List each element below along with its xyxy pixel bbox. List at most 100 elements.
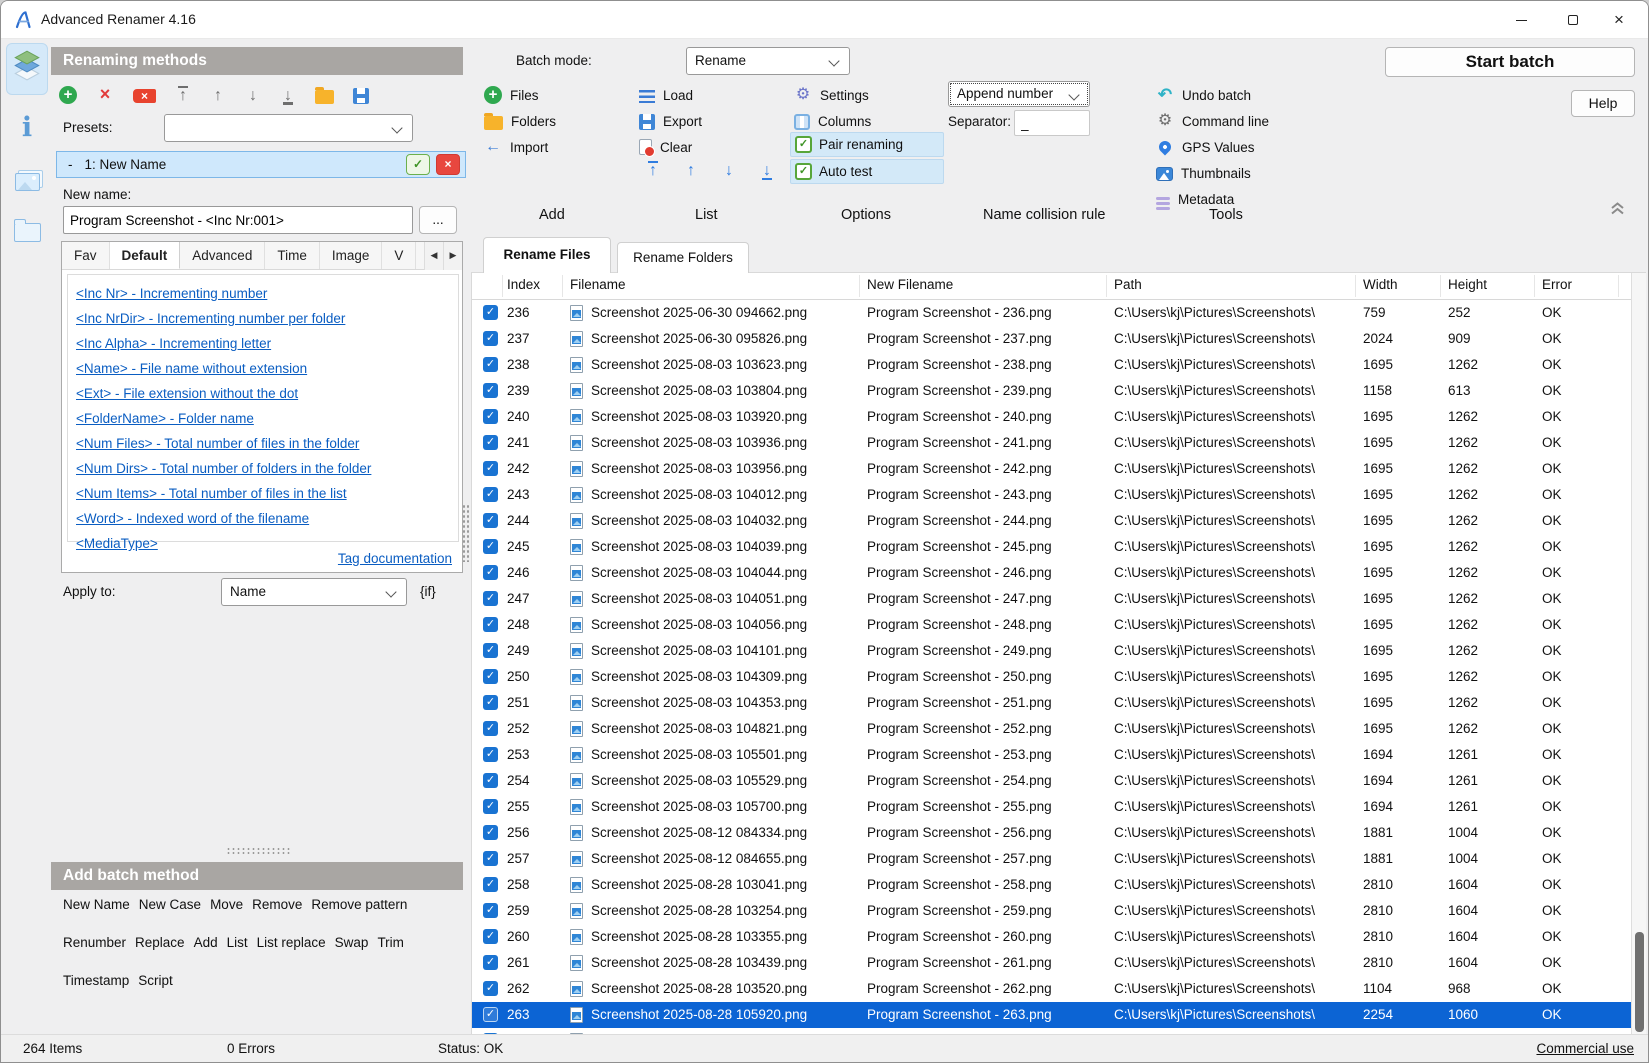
columns-button[interactable]: Columns (794, 108, 871, 134)
table-row[interactable]: 242 Screenshot 2025-08-03 103956.png Pro… (472, 456, 1631, 482)
table-row[interactable]: 252 Screenshot 2025-08-03 104821.png Pro… (472, 716, 1631, 742)
import-button[interactable]: Import (484, 134, 556, 160)
table-row[interactable]: 246 Screenshot 2025-08-03 104044.png Pro… (472, 560, 1631, 586)
batch-method-link[interactable]: Trim (377, 935, 404, 950)
add-method-button[interactable] (59, 86, 77, 104)
column-header-new-filename[interactable]: New Filename (867, 277, 953, 292)
tag-link[interactable]: <Inc Alpha> - Incrementing letter (76, 331, 458, 356)
pair-renaming-toggle[interactable]: Pair renaming (790, 132, 944, 157)
table-row[interactable]: 255 Screenshot 2025-08-03 105700.png Pro… (472, 794, 1631, 820)
table-row[interactable]: 236 Screenshot 2025-06-30 094662.png Pro… (472, 300, 1631, 326)
method-enabled-checkbox[interactable]: ✓ (406, 154, 430, 175)
batch-mode-select[interactable]: Rename (686, 47, 850, 75)
column-header-index[interactable]: Index (507, 277, 540, 292)
batch-method-link[interactable]: Remove (252, 897, 302, 912)
clear-methods-button[interactable] (133, 89, 156, 103)
row-checkbox[interactable] (483, 669, 498, 684)
row-checkbox[interactable] (483, 487, 498, 502)
row-checkbox[interactable] (483, 877, 498, 892)
collapse-toolbar-icon[interactable] (1609, 201, 1626, 219)
open-methods-button[interactable] (315, 90, 334, 104)
move-method-down-button[interactable] (245, 86, 261, 105)
tag-tab[interactable]: Default (110, 242, 181, 269)
table-row[interactable]: 244 Screenshot 2025-08-03 104032.png Pro… (472, 508, 1631, 534)
method-item-new-name[interactable]: - 1: New Name ✓ × (56, 151, 466, 178)
table-row[interactable]: 251 Screenshot 2025-08-03 104353.png Pro… (472, 690, 1631, 716)
table-row[interactable]: 237 Screenshot 2025-06-30 095826.png Pro… (472, 326, 1631, 352)
row-checkbox[interactable] (483, 773, 498, 788)
tag-link[interactable]: <Inc NrDir> - Incrementing number per fo… (76, 306, 458, 331)
tag-tab[interactable]: Time (265, 242, 320, 269)
row-checkbox[interactable] (483, 643, 498, 658)
move-method-top-button[interactable] (175, 86, 191, 105)
row-checkbox[interactable] (483, 409, 498, 424)
row-checkbox[interactable] (483, 539, 498, 554)
tag-link[interactable]: <Ext> - File extension without the dot (76, 381, 458, 406)
batch-method-link[interactable]: List (227, 935, 248, 950)
row-checkbox[interactable] (483, 747, 498, 762)
sidebar-info-button[interactable]: i (9, 113, 45, 147)
batch-method-link[interactable]: Move (210, 897, 243, 912)
presets-select[interactable] (164, 114, 413, 142)
table-row[interactable]: 238 Screenshot 2025-08-03 103623.png Pro… (472, 352, 1631, 378)
row-checkbox[interactable] (483, 383, 498, 398)
add-folders-button[interactable]: Folders (484, 108, 556, 134)
row-checkbox[interactable] (483, 513, 498, 528)
row-checkbox[interactable] (483, 331, 498, 346)
table-row[interactable]: 249 Screenshot 2025-08-03 104101.png Pro… (472, 638, 1631, 664)
table-row[interactable]: 259 Screenshot 2025-08-28 103254.png Pro… (472, 898, 1631, 924)
move-method-up-button[interactable] (210, 86, 226, 105)
load-button[interactable]: Load (639, 82, 702, 108)
column-header-width[interactable]: Width (1363, 277, 1398, 292)
table-row[interactable]: 262 Screenshot 2025-08-28 103520.png Pro… (472, 976, 1631, 1002)
tag-link[interactable]: <Inc Nr> - Incrementing number (76, 281, 458, 306)
tag-tab[interactable]: Image (320, 242, 383, 269)
table-row[interactable]: 260 Screenshot 2025-08-28 103355.png Pro… (472, 924, 1631, 950)
new-name-input[interactable] (63, 206, 413, 234)
table-row[interactable]: 240 Screenshot 2025-08-03 103920.png Pro… (472, 404, 1631, 430)
row-checkbox[interactable] (483, 591, 498, 606)
table-row[interactable]: 248 Screenshot 2025-08-03 104056.png Pro… (472, 612, 1631, 638)
tag-link[interactable]: <Num Items> - Total number of files in t… (76, 481, 458, 506)
row-checkbox[interactable] (483, 903, 498, 918)
tag-tab[interactable]: V (382, 242, 416, 269)
vertical-splitter[interactable] (462, 504, 470, 562)
row-checkbox[interactable] (483, 461, 498, 476)
row-checkbox[interactable] (483, 617, 498, 632)
table-row[interactable]: 250 Screenshot 2025-08-03 104309.png Pro… (472, 664, 1631, 690)
tab-scroll-left-icon[interactable]: ◀ (424, 242, 443, 270)
row-checkbox[interactable] (483, 825, 498, 840)
if-condition-button[interactable]: {if} (420, 584, 436, 599)
sidebar-folders-button[interactable] (9, 215, 45, 249)
row-checkbox[interactable] (483, 929, 498, 944)
table-row[interactable]: 258 Screenshot 2025-08-28 103041.png Pro… (472, 872, 1631, 898)
delete-method-button[interactable] (96, 86, 114, 104)
tab-rename-files[interactable]: Rename Files (483, 237, 611, 273)
row-checkbox[interactable] (483, 799, 498, 814)
settings-button[interactable]: Settings (794, 82, 871, 108)
table-row[interactable]: 261 Screenshot 2025-08-28 103439.png Pro… (472, 950, 1631, 976)
table-row[interactable]: 254 Screenshot 2025-08-03 105529.png Pro… (472, 768, 1631, 794)
save-methods-button[interactable] (353, 88, 369, 104)
tab-rename-folders[interactable]: Rename Folders (617, 242, 749, 273)
move-file-down-button[interactable] (721, 161, 737, 180)
table-row[interactable]: 263 Screenshot 2025-08-28 105920.png Pro… (472, 1002, 1631, 1028)
method-remove-button[interactable]: × (436, 154, 460, 175)
command-line-button[interactable]: Command line (1156, 108, 1269, 134)
table-row[interactable]: 247 Screenshot 2025-08-03 104051.png Pro… (472, 586, 1631, 612)
move-file-top-button[interactable] (645, 161, 661, 180)
tag-link[interactable]: <Num Files> - Total number of files in t… (76, 431, 458, 456)
scrollbar-thumb[interactable] (1635, 932, 1644, 1032)
batch-method-link[interactable]: Remove pattern (311, 897, 407, 912)
clear-button[interactable]: Clear (639, 134, 702, 160)
move-file-bottom-button[interactable] (759, 161, 775, 180)
tag-tab[interactable]: Advanced (180, 242, 265, 269)
table-scrollbar[interactable] (1631, 273, 1646, 1034)
close-button[interactable]: × (1596, 1, 1642, 38)
undo-batch-button[interactable]: Undo batch (1156, 82, 1269, 108)
table-row[interactable]: 241 Screenshot 2025-08-03 103936.png Pro… (472, 430, 1631, 456)
column-header-height[interactable]: Height (1448, 277, 1487, 292)
batch-method-link[interactable]: New Name (63, 897, 130, 912)
tag-documentation-link[interactable]: Tag documentation (338, 551, 452, 566)
batch-method-link[interactable]: List replace (257, 935, 326, 950)
